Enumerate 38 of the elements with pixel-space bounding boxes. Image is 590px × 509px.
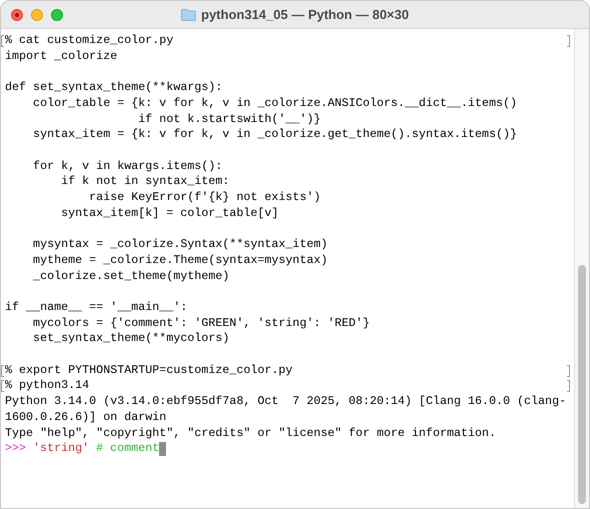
output-line: _colorize.set_theme(mytheme) <box>32 268 230 282</box>
output-line: Python 3.14.0 (v3.14.0:ebf955df7a8, Oct 7 2025, 08:20:14) [Clang 16.0.0 (clang- <box>5 394 566 408</box>
output-line: if not k.startswith('__')} <box>137 112 321 126</box>
output-line: color_table = {k: v for k, v in _colorize.ANSIColors.__dict__.items() <box>32 96 517 110</box>
prompt-mark-icon <box>567 35 570 47</box>
scrollbar-thumb[interactable] <box>578 265 586 504</box>
command-line: % python3.14 <box>5 378 90 392</box>
output-line: raise KeyError(f'{k} not exists') <box>88 190 321 204</box>
output-line: set_syntax_theme(**mycolors) <box>32 331 230 346</box>
prompt-mark-icon <box>1 364 4 377</box>
output-line: mytheme = _colorize.Theme(syntax=mysyntax) <box>32 252 328 267</box>
command-line: % export PYTHONSTARTUP=customize_color.py <box>5 362 293 377</box>
output-line: import _colorize <box>5 48 118 63</box>
minimize-button[interactable] <box>31 9 43 21</box>
folder-icon <box>181 8 196 20</box>
prompt-mark-icon <box>1 380 4 392</box>
input-token: 'string' <box>33 441 90 457</box>
prompt-mark-icon <box>567 380 570 392</box>
output-line: syntax_item = {k: v for k, v in _colorize.get_theme().syntax.items()} <box>32 127 517 142</box>
output-line: mysyntax = _colorize.Syntax(**syntax_item) <box>32 237 328 252</box>
output-line: if k not in syntax_item: <box>60 174 230 188</box>
output-line: Type "help", "copyright", "credits" or "license" for more information. <box>5 426 496 440</box>
output-line: syntax_item[k] = color_table[v] <box>60 206 279 220</box>
zoom-button[interactable] <box>51 9 63 21</box>
input-token: # comment <box>96 441 160 457</box>
text-cursor <box>159 442 166 456</box>
input-token: >>> <box>5 441 26 457</box>
output-line: def set_syntax_theme(**kwargs): <box>5 80 222 94</box>
output-line: mycolors = {'comment': 'GREEN', 'string': 'RED'} <box>32 316 370 330</box>
window-title: python314_05 — Python — 80×30 <box>201 6 409 24</box>
command-line: % cat customize_color.py <box>5 33 174 47</box>
scrollbar[interactable] <box>574 29 589 508</box>
close-button[interactable] <box>11 9 23 21</box>
output-line: 1600.0.26.6)] on darwin <box>5 410 166 424</box>
prompt-mark-icon <box>567 364 570 377</box>
prompt-mark-icon <box>1 35 4 47</box>
output-line: for k, v in kwargs.items(): <box>32 158 222 173</box>
output-line: if __name__ == '__main__': <box>5 300 188 314</box>
